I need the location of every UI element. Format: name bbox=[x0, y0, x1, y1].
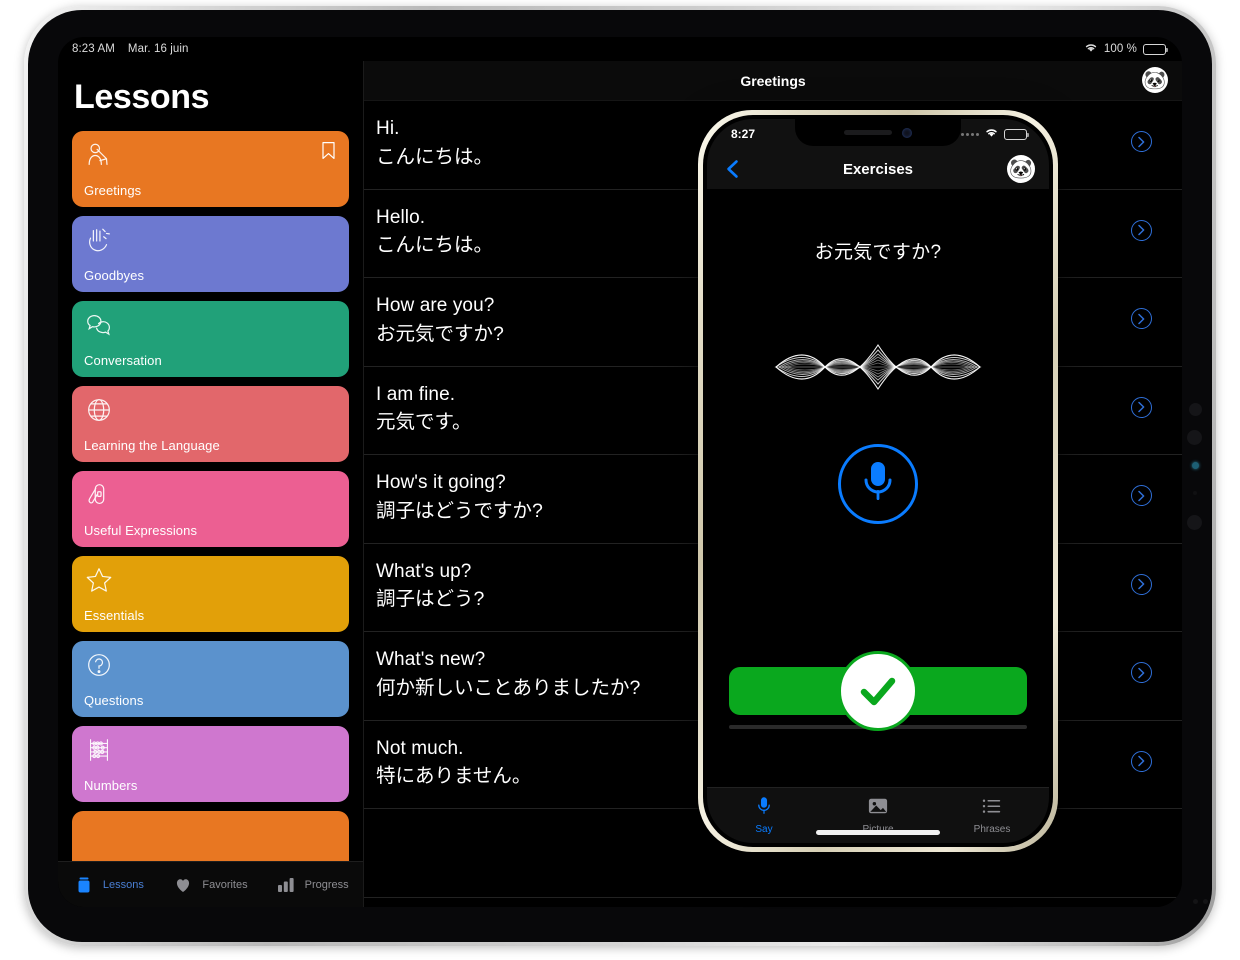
chevron-right-circle-icon[interactable] bbox=[1131, 573, 1152, 595]
ipad-bezel-dot bbox=[1193, 491, 1197, 495]
ipad-bezel-dot bbox=[1187, 430, 1202, 445]
iphone-status-time: 8:27 bbox=[731, 127, 756, 141]
microphone-record-button[interactable] bbox=[838, 444, 918, 524]
iphone-tab-phrases-label: Phrases bbox=[973, 824, 1011, 835]
exercise-prompt: お元気ですか? bbox=[814, 242, 942, 263]
ipad-tab-bar: Lessons Favorites Progress bbox=[58, 861, 363, 907]
lessons-scroll-area[interactable]: Lessons Greetings Goodbyes Conversation Lea… bbox=[58, 61, 363, 907]
battery-full-icon bbox=[1143, 43, 1168, 55]
ipad-bezel-dot bbox=[1187, 515, 1202, 530]
ipad-home-indicator bbox=[628, 902, 918, 907]
ipad-status-time: 8:23 AM bbox=[72, 43, 115, 55]
lesson-card-label: Conversation bbox=[84, 353, 162, 368]
microphone-icon bbox=[859, 459, 897, 510]
lesson-card[interactable]: Useful Expressions bbox=[72, 471, 349, 547]
detail-nav-bar: Greetings 🐼 bbox=[364, 61, 1182, 101]
wifi-icon bbox=[984, 127, 999, 141]
detail-title: Greetings bbox=[740, 72, 806, 89]
earpiece-speaker bbox=[844, 130, 892, 135]
globe-icon bbox=[84, 395, 114, 425]
tab-lessons[interactable]: Lessons bbox=[58, 875, 160, 895]
siri-waveform-icon bbox=[707, 339, 1049, 395]
tab-favorites[interactable]: Favorites bbox=[160, 875, 262, 895]
iphone-device-frame: 8:27 Exercises 🐼 お元気ですか? Say Phrases bbox=[698, 110, 1058, 852]
photo-icon bbox=[867, 796, 889, 821]
lesson-card[interactable]: Questions bbox=[72, 641, 349, 717]
ipad-camera-indicator bbox=[1192, 462, 1199, 469]
check-circle-icon[interactable] bbox=[838, 651, 918, 731]
lesson-card[interactable]: Greetings bbox=[72, 131, 349, 207]
iphone-home-indicator bbox=[816, 830, 940, 835]
bookmark-icon[interactable] bbox=[321, 141, 336, 160]
question-mark-icon bbox=[84, 650, 114, 680]
chevron-left-icon[interactable] bbox=[721, 157, 745, 181]
chevron-right-circle-icon[interactable] bbox=[1131, 750, 1152, 772]
screenshot-stage: 8:23 AM Mar. 16 juin 100 % Lessons Greet… bbox=[0, 0, 1240, 960]
lesson-card-label: Essentials bbox=[84, 608, 145, 623]
waving-hand-icon bbox=[84, 225, 114, 255]
microphone-icon bbox=[755, 796, 773, 821]
lesson-card-list: Greetings Goodbyes Conversation Learning th… bbox=[72, 131, 349, 887]
tab-lessons-label: Lessons bbox=[102, 878, 144, 891]
iphone-tab-say-label: Say bbox=[755, 824, 773, 835]
front-camera-icon bbox=[902, 127, 912, 138]
lesson-card-label: Learning the Language bbox=[84, 438, 220, 453]
tab-progress-label: Progress bbox=[304, 878, 349, 891]
lesson-card[interactable]: Goodbyes bbox=[72, 216, 349, 292]
tab-favorites-label: Favorites bbox=[202, 878, 248, 891]
chevron-right-circle-icon[interactable] bbox=[1131, 219, 1152, 241]
iphone-bezel: 8:27 Exercises 🐼 お元気ですか? Say Phrases bbox=[703, 115, 1053, 847]
ipad-status-date: Mar. 16 juin bbox=[127, 43, 189, 55]
chevron-right-circle-icon[interactable] bbox=[1131, 485, 1152, 506]
list-icon bbox=[981, 796, 1003, 821]
iphone-tab-phrases[interactable]: Phrases bbox=[935, 796, 1049, 835]
speech-bubbles-icon bbox=[84, 310, 114, 340]
lesson-card[interactable]: Numbers bbox=[72, 726, 349, 802]
chevron-right-circle-icon[interactable] bbox=[1131, 662, 1152, 683]
lesson-card-label: Goodbyes bbox=[84, 268, 145, 283]
lesson-card-label: Numbers bbox=[84, 778, 138, 793]
lesson-icon bbox=[84, 820, 114, 850]
iphone-notch bbox=[795, 119, 961, 146]
bar-chart-icon bbox=[276, 875, 296, 895]
star-icon bbox=[84, 565, 114, 595]
heart-icon bbox=[173, 875, 193, 895]
iphone-nav-bar: Exercises 🐼 bbox=[707, 149, 1049, 189]
book-stack-icon bbox=[74, 875, 94, 895]
ipad-bezel-dot bbox=[1203, 899, 1208, 904]
lesson-card-label: Greetings bbox=[84, 183, 142, 198]
lesson-card[interactable]: Essentials bbox=[72, 556, 349, 632]
ipad-battery-percent: 100 % bbox=[1103, 43, 1137, 55]
battery-full-icon bbox=[1004, 128, 1029, 140]
panda-avatar[interactable]: 🐼 bbox=[1007, 155, 1035, 183]
chevron-right-circle-icon[interactable] bbox=[1131, 396, 1152, 418]
greeting-person-icon bbox=[84, 140, 114, 170]
ipad-bezel-dot bbox=[1189, 403, 1202, 416]
iphone-screen: 8:27 Exercises 🐼 お元気ですか? Say Phrases bbox=[707, 119, 1049, 843]
ipad-bezel-dot bbox=[1193, 899, 1198, 904]
lessons-sidebar: Lessons Greetings Goodbyes Conversation Lea… bbox=[58, 61, 364, 907]
page-title: Lessons bbox=[74, 78, 210, 116]
panda-avatar[interactable]: 🐼 bbox=[1142, 67, 1168, 93]
exercise-content: お元気ですか? bbox=[707, 189, 1049, 787]
iphone-tab-say[interactable]: Say bbox=[707, 796, 821, 835]
signal-dots-icon bbox=[961, 132, 979, 136]
abacus-icon bbox=[84, 735, 114, 765]
lesson-card-label: Useful Expressions bbox=[84, 523, 198, 538]
ipad-status-bar: 8:23 AM Mar. 16 juin 100 % bbox=[58, 37, 1182, 61]
swiss-army-knife-icon bbox=[84, 480, 114, 510]
tab-progress[interactable]: Progress bbox=[261, 875, 363, 895]
iphone-nav-title: Exercises bbox=[842, 160, 914, 178]
chevron-right-circle-icon[interactable] bbox=[1131, 308, 1152, 329]
wifi-icon bbox=[1084, 42, 1098, 56]
lesson-card[interactable]: Learning the Language bbox=[72, 386, 349, 462]
lesson-card-label: Questions bbox=[84, 693, 144, 708]
lesson-card[interactable]: Conversation bbox=[72, 301, 349, 377]
chevron-right-circle-icon[interactable] bbox=[1131, 131, 1152, 152]
